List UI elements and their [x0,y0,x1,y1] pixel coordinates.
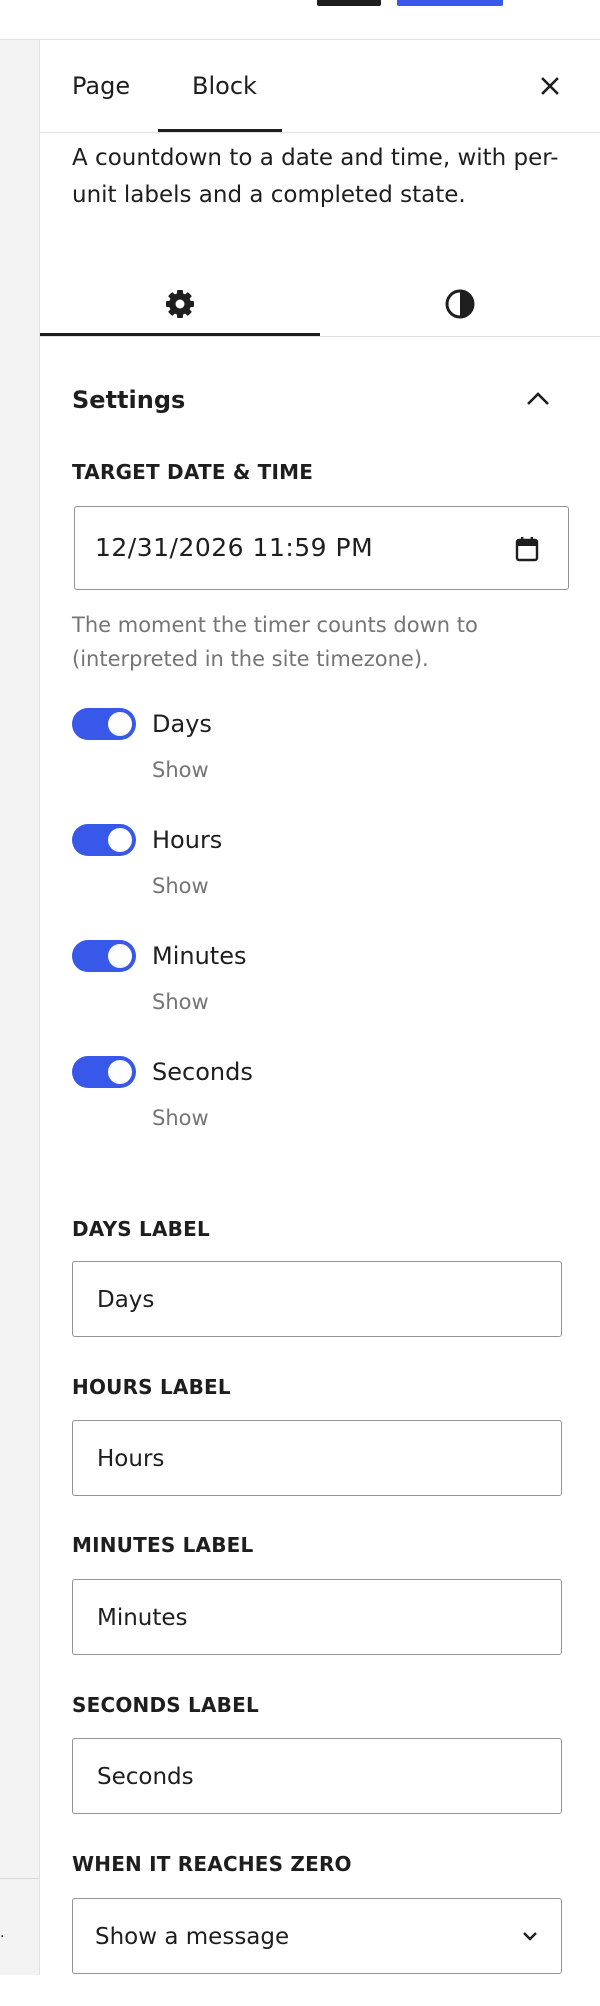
toggle-knob [108,944,132,968]
toggle-help: Show [152,758,209,782]
target-datetime-input[interactable]: 12/31/2026 11:59 PM [74,506,569,590]
preview-button[interactable] [317,0,381,6]
close-sidebar-button[interactable] [530,66,570,106]
chevron-up-icon [527,392,549,405]
active-tab-indicator [40,333,320,336]
gear-icon [166,290,194,318]
input-value: Minutes [97,1605,188,1631]
days-label-field-label: Days label [72,1217,210,1241]
tab-page[interactable]: Page [72,40,130,132]
toggle-help: Show [152,990,209,1014]
minutes-label-input[interactable]: Minutes [72,1579,562,1655]
seconds-label-field-label: Seconds label [72,1693,259,1717]
seconds-toggle[interactable] [72,1056,136,1088]
minutes-toggle[interactable] [72,940,136,972]
editor-top-toolbar [0,0,600,40]
toggle-help: Show [152,1106,209,1130]
target-datetime-value: 12/31/2026 11:59 PM [95,533,374,562]
block-settings-sidebar: Page Block A countdown to a date and tim… [40,40,600,1975]
tab-block[interactable]: Block [192,40,257,132]
settings-panel-toggle[interactable]: Settings [40,370,600,430]
completion-select[interactable]: Show a message [72,1898,562,1974]
toggle-row-hours: Hours Show [72,822,542,898]
days-toggle[interactable] [72,708,136,740]
inspector-tabs [40,272,600,337]
divider [0,1878,39,1879]
panel-title: Settings [72,386,186,414]
toggle-knob [108,1060,132,1084]
close-icon [541,77,559,95]
days-label-input[interactable]: Days [72,1261,562,1337]
canvas-fragment: . [0,1925,5,1941]
completion-label: When it reaches zero [72,1852,352,1876]
toggle-row-minutes: Minutes Show [72,938,542,1014]
chevron-down-icon [523,1932,537,1941]
hours-label-field-label: Hours label [72,1375,231,1399]
input-value: Days [97,1287,155,1313]
seconds-label-input[interactable]: Seconds [72,1738,562,1814]
toggle-label: Days [152,710,212,738]
hours-toggle[interactable] [72,824,136,856]
minutes-label-field-label: Minutes label [72,1533,254,1557]
toggle-label: Hours [152,826,223,854]
target-datetime-label: Target date & time [72,460,314,484]
input-value: Hours [97,1446,165,1472]
calendar-icon[interactable] [515,536,539,562]
toggle-row-seconds: Seconds Show [72,1054,542,1130]
contrast-icon [445,289,475,319]
toggle-knob [108,712,132,736]
sidebar-tabs: Page Block [40,40,600,133]
publish-button[interactable] [397,0,503,6]
toggle-label: Seconds [152,1058,253,1086]
target-datetime-help: The moment the timer counts down to (int… [72,613,478,671]
toggle-knob [108,828,132,852]
active-tab-indicator [158,129,282,132]
toggle-help: Show [152,874,209,898]
tab-styles[interactable] [320,272,600,336]
input-value: Seconds [97,1764,194,1790]
toggle-label: Minutes [152,942,247,970]
editor-canvas: . [0,40,40,1975]
toggle-row-days: Days Show [72,706,542,782]
hours-label-input[interactable]: Hours [72,1420,562,1496]
select-value: Show a message [95,1924,290,1950]
block-description: A countdown to a date and time, with per… [72,145,559,208]
tab-settings[interactable] [40,272,320,336]
